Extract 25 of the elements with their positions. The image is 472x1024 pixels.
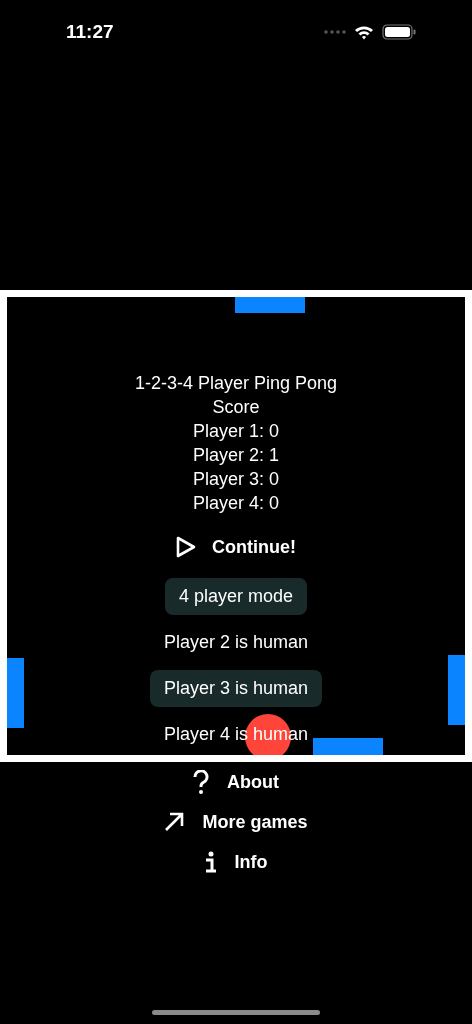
info-icon [204,851,217,873]
player-score: Player 4: 0 [192,492,279,515]
player-score: Player 2: 1 [192,444,279,467]
menu-link[interactable]: Info [200,847,272,877]
menu-link[interactable]: About [189,767,283,797]
toggle-button[interactable]: 4 player mode [164,578,308,615]
paddle [235,297,305,313]
player-score: Player 3: 0 [192,468,279,491]
signal-icon [324,30,346,34]
battery-icon [382,24,416,40]
status-time: 11:27 [66,21,114,43]
menu-link[interactable]: More games [160,807,312,837]
player-score: Player 1: 0 [192,420,279,443]
question-mark-icon [193,770,209,794]
paddle [7,658,24,728]
arrow-icon [164,812,185,832]
continue-button[interactable]: Continue! [170,532,302,562]
toggle-button[interactable]: Player 3 is human [149,670,323,707]
toggle-button[interactable]: Player 2 is human [149,624,323,661]
wifi-icon [354,24,374,40]
play-icon [176,536,196,558]
paddle [313,738,383,755]
paddle [448,655,465,725]
score-heading: Score [212,396,260,419]
game-title: 1-2-3-4 Player Ping Pong [134,372,338,395]
